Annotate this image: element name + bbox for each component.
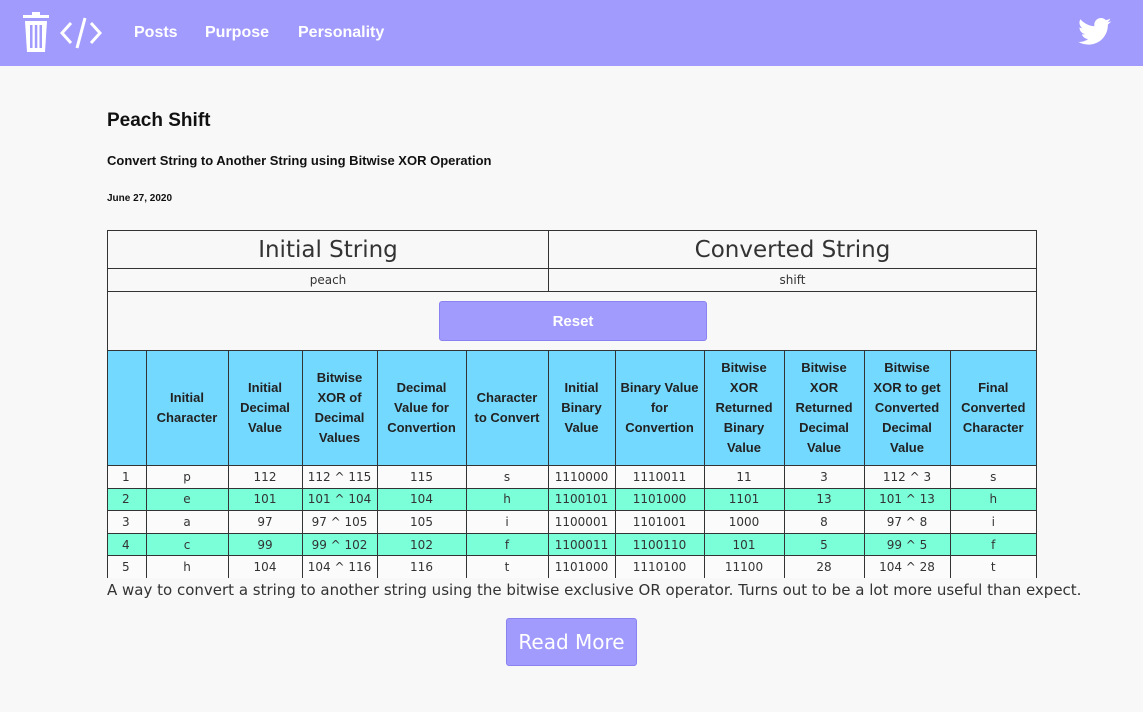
table-cell: 1100101 [547, 487, 616, 512]
table-cell: 5 [108, 555, 147, 579]
table-cell: 116 [376, 555, 467, 579]
table-cell: 5 [783, 532, 865, 557]
table-cell: e [145, 487, 229, 512]
table-cell: 99 ^ 5 [863, 532, 951, 557]
nav-link-purpose[interactable]: Purpose [205, 24, 269, 42]
table-cell: 1101 [703, 487, 785, 512]
nav-link-personality[interactable]: Personality [298, 24, 384, 42]
table-row: 5 h 104 104 ^ 116 116 t 1101000 1110100 … [108, 555, 1036, 579]
table-cell: 1101000 [547, 555, 616, 579]
table-cell: 1110011 [614, 465, 705, 489]
table-cell: 101 ^ 13 [863, 487, 951, 512]
table-cell: 2 [108, 487, 147, 512]
column-header: Bitwise XOR to get Converted Decimal Val… [863, 350, 951, 466]
table-row: 2 e 101 101 ^ 104 104 h 1100101 1101000 … [108, 487, 1036, 512]
table-cell: 104 [376, 487, 467, 512]
table-cell: 13 [783, 487, 865, 512]
table-cell: 8 [783, 510, 865, 534]
table-cell: 105 [376, 510, 467, 534]
column-header: Binary Value for Convertion [614, 350, 705, 466]
table-cell: 3 [108, 510, 147, 534]
table-cell: 112 ^ 115 [301, 465, 378, 489]
column-header: Initial Binary Value [547, 350, 616, 466]
initial-string-value: peach [108, 269, 549, 292]
table-cell: 99 ^ 102 [301, 532, 378, 557]
converted-string-header: Converted String [549, 231, 1036, 269]
column-header: Initial Character [145, 350, 229, 466]
table-cell: 104 ^ 116 [301, 555, 378, 579]
table-cell: 1110000 [547, 465, 616, 489]
table-cell: 1000 [703, 510, 785, 534]
post-subtitle: Convert String to Another String using B… [107, 153, 492, 168]
table-row: 3 a 97 97 ^ 105 105 i 1100001 1101001 10… [108, 510, 1036, 534]
table-cell: p [145, 465, 229, 489]
table-cell: h [465, 487, 549, 512]
code-icon[interactable] [60, 16, 102, 50]
table-cell: 1101001 [614, 510, 705, 534]
table-row: 1 p 112 112 ^ 115 115 s 1110000 1110011 … [108, 465, 1036, 489]
table-cell: 1110100 [614, 555, 705, 579]
post-title[interactable]: Peach Shift [107, 110, 210, 132]
column-header: Final Converted Character [949, 350, 1036, 466]
read-more-button[interactable]: Read More [506, 618, 637, 666]
column-header: Bitwise XOR of Decimal Values [301, 350, 378, 466]
table-cell: s [949, 465, 1036, 489]
table-cell: 101 [227, 487, 303, 512]
table-cell: h [949, 487, 1036, 512]
table-cell: 1100011 [547, 532, 616, 557]
column-header [108, 350, 147, 466]
column-header: Bitwise XOR Returned Decimal Value [783, 350, 865, 466]
table-cell: 104 [227, 555, 303, 579]
navbar: Posts Purpose Personality [0, 0, 1143, 66]
table-cell: i [949, 510, 1036, 534]
table-cell: 112 [227, 465, 303, 489]
table-cell: f [465, 532, 549, 557]
table-cell: 97 [227, 510, 303, 534]
table-cell: s [465, 465, 549, 489]
table-cell: 99 [227, 532, 303, 557]
table-cell: 28 [783, 555, 865, 579]
xor-table: Initial Character Initial Decimal Value … [108, 350, 1036, 579]
table-cell: 102 [376, 532, 467, 557]
table-cell: 112 ^ 3 [863, 465, 951, 489]
table-cell: 101 ^ 104 [301, 487, 378, 512]
column-header: Initial Decimal Value [227, 350, 303, 466]
table-cell: c [145, 532, 229, 557]
xor-widget: Initial String Converted String peach sh… [107, 230, 1037, 579]
table-cell: 4 [108, 532, 147, 557]
table-cell: 1100001 [547, 510, 616, 534]
table-cell: 3 [783, 465, 865, 489]
table-cell: 11 [703, 465, 785, 489]
twitter-icon[interactable] [1078, 18, 1112, 46]
table-cell: 1101000 [614, 487, 705, 512]
table-cell: 97 ^ 105 [301, 510, 378, 534]
table-row: 4 c 99 99 ^ 102 102 f 1100011 1100110 10… [108, 532, 1036, 557]
table-cell: 115 [376, 465, 467, 489]
table-header-row: Initial Character Initial Decimal Value … [108, 350, 1036, 466]
column-header: Decimal Value for Convertion [376, 350, 467, 466]
table-cell: h [145, 555, 229, 579]
table-cell: a [145, 510, 229, 534]
table-cell: 11100 [703, 555, 785, 579]
column-header: Character to Convert [465, 350, 549, 466]
table-cell: 101 [703, 532, 785, 557]
trash-icon[interactable] [20, 12, 52, 52]
table-cell: f [949, 532, 1036, 557]
table-cell: t [465, 555, 549, 579]
converted-string-value: shift [549, 269, 1036, 292]
nav-link-posts[interactable]: Posts [134, 24, 178, 42]
post-date: June 27, 2020 [107, 193, 173, 204]
table-cell: 1 [108, 465, 147, 489]
table-cell: t [949, 555, 1036, 579]
column-header: Bitwise XOR Returned Binary Value [703, 350, 785, 466]
reset-button[interactable]: Reset [439, 301, 707, 341]
table-cell: 1100110 [614, 532, 705, 557]
table-cell: 104 ^ 28 [863, 555, 951, 579]
table-cell: 97 ^ 8 [863, 510, 951, 534]
table-cell: i [465, 510, 549, 534]
post-description: A way to convert a string to another str… [107, 581, 1082, 599]
initial-string-header: Initial String [108, 231, 549, 269]
